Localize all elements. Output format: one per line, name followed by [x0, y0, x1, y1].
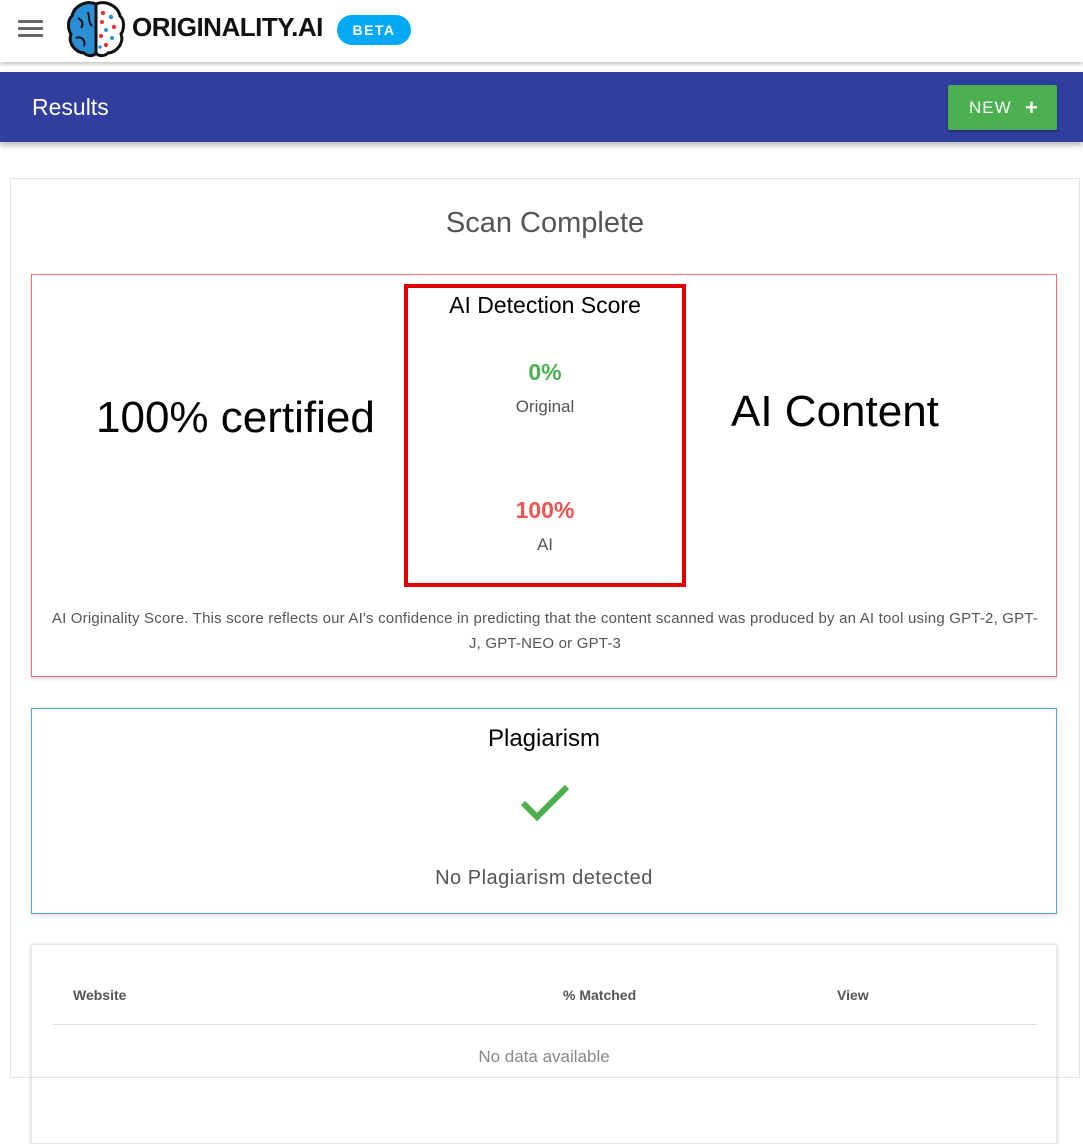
- certified-annotation: 100% certified: [96, 393, 375, 442]
- ai-detection-panel: 100% certified AI Content AI Detection S…: [31, 274, 1057, 677]
- column-header-matched[interactable]: % Matched: [563, 987, 636, 1003]
- hamburger-menu-icon[interactable]: [18, 18, 44, 38]
- results-table: Website % Matched View No data available: [31, 944, 1057, 1144]
- results-card: Scan Complete 100% certified AI Content …: [10, 178, 1080, 1144]
- beta-badge: BETA: [337, 15, 411, 45]
- plus-icon: +: [1025, 95, 1039, 120]
- checkmark-icon: [520, 784, 570, 822]
- new-scan-button[interactable]: NEW +: [948, 85, 1057, 130]
- original-label: Original: [515, 397, 575, 416]
- ai-score-description: AI Originality Score. This score reflect…: [51, 610, 1039, 652]
- top-navbar: ORIGINALITY.AI BETA: [0, 0, 1083, 62]
- ai-label: AI: [536, 535, 554, 554]
- brain-logo-icon[interactable]: [66, 0, 126, 58]
- plagiarism-panel: Plagiarism No Plagiarism detected: [31, 708, 1057, 914]
- ai-percent: 100%: [515, 497, 575, 523]
- plagiarism-status: No Plagiarism detected: [435, 867, 653, 889]
- new-button-label: NEW: [969, 98, 1012, 117]
- brand-name[interactable]: ORIGINALITY.AI: [132, 12, 323, 43]
- ai-detection-score-highlight: AI Detection Score 0% Original 100% AI: [404, 284, 686, 587]
- no-data-message: No data available: [478, 1047, 610, 1066]
- column-header-website[interactable]: Website: [73, 987, 126, 1003]
- plagiarism-title: Plagiarism: [487, 725, 601, 752]
- ai-detection-score-title: AI Detection Score: [449, 292, 641, 318]
- table-divider: [53, 1024, 1037, 1025]
- page-header: Results NEW +: [0, 72, 1083, 142]
- scan-complete-title: Scan Complete: [445, 207, 645, 239]
- ai-content-annotation: AI Content: [731, 387, 939, 436]
- column-header-view[interactable]: View: [837, 987, 869, 1003]
- original-percent: 0%: [528, 359, 562, 385]
- page-title: Results: [32, 94, 109, 120]
